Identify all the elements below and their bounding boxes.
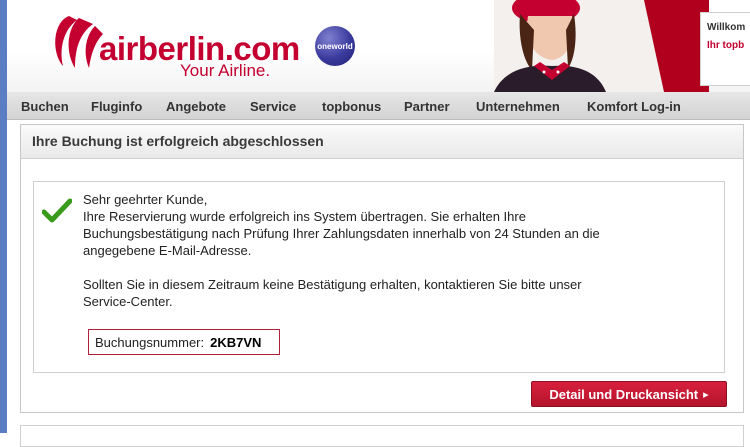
panel-header: Ihre Buchung ist erfolgreich abgeschloss…	[21, 125, 743, 159]
nav-item-komfort-login[interactable]: Komfort Log-in	[587, 99, 681, 114]
message-line: Sollten Sie in diesem Zeitraum keine Bes…	[83, 277, 582, 292]
confirmation-panel: Ihre Buchung ist erfolgreich abgeschloss…	[20, 124, 744, 413]
booking-number-label: Buchungsnummer:	[95, 334, 205, 350]
nav-item-fluginfo[interactable]: Fluginfo	[91, 99, 142, 114]
help-link[interactable]: Fragen	[715, 0, 748, 11]
booking-number-box: Buchungsnummer: 2KB7VN	[88, 329, 280, 355]
oneworld-badge[interactable]: oneworld	[315, 26, 355, 66]
detail-print-view-label: Detail und Druckansicht	[549, 386, 699, 402]
booking-number-value: 2KB7VN	[210, 334, 262, 350]
message-greeting: Sehr geehrter Kunde,	[83, 192, 208, 207]
nav-item-unternehmen[interactable]: Unternehmen	[476, 99, 560, 114]
page-title: Ihre Buchung ist erfolgreich abgeschloss…	[32, 133, 324, 149]
message-line: Buchungsbestätigung nach Prüfung Ihrer Z…	[83, 226, 600, 241]
site-header: airberlin.com Your Airline. oneworld Fra…	[7, 0, 750, 92]
welcome-text: Willkom	[707, 22, 746, 33]
nav-item-buchen[interactable]: Buchen	[21, 99, 69, 114]
nav-item-angebote[interactable]: Angebote	[166, 99, 226, 114]
message-line: angegebene E-Mail-Adresse.	[83, 243, 252, 258]
detail-print-view-button[interactable]: Detail und Druckansicht ▸	[531, 381, 727, 407]
topbonus-link[interactable]: Ihr topb	[707, 40, 744, 51]
chevron-right-icon: ▸	[703, 388, 709, 401]
brand-tagline: Your Airline.	[180, 61, 271, 80]
left-window-edge	[0, 0, 7, 433]
airberlin-logo-icon[interactable]	[49, 12, 105, 72]
nav-item-partner[interactable]: Partner	[404, 99, 450, 114]
flight-attendant-image	[494, 0, 709, 92]
message-line: Service-Center.	[83, 294, 173, 309]
lower-panel	[20, 425, 744, 447]
success-message-box: Sehr geehrter Kunde, Ihre Reservierung w…	[33, 181, 725, 373]
nav-item-service[interactable]: Service	[250, 99, 296, 114]
main-navigation: Buchen Fluginfo Angebote Service topbonu…	[7, 92, 750, 120]
checkmark-icon	[42, 198, 72, 223]
nav-item-topbonus[interactable]: topbonus	[322, 99, 381, 114]
message-line: Ihre Reservierung wurde erfolgreich ins …	[83, 209, 526, 224]
